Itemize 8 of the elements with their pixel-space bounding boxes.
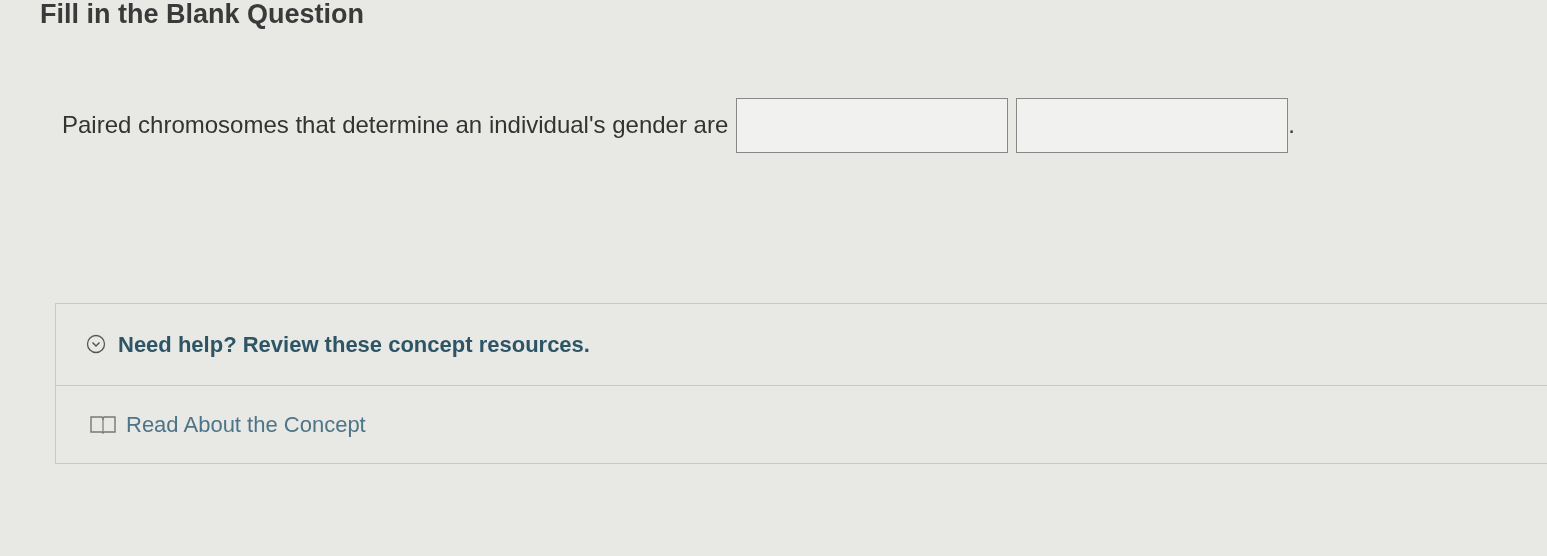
concept-link[interactable]: Read About the Concept (126, 407, 366, 441)
fill-in-blank[interactable] (1016, 97, 1289, 153)
fill-in-blank[interactable] (736, 97, 1009, 153)
period-text: . (1288, 110, 1295, 141)
question-text: Paired chromosomes that determine an individual's gender are (62, 110, 729, 141)
book-icon (90, 414, 116, 435)
question-title: Fill in the Blank Question (40, 0, 366, 30)
help-toggle[interactable]: Need help? Review these concept resources. (56, 303, 1547, 386)
